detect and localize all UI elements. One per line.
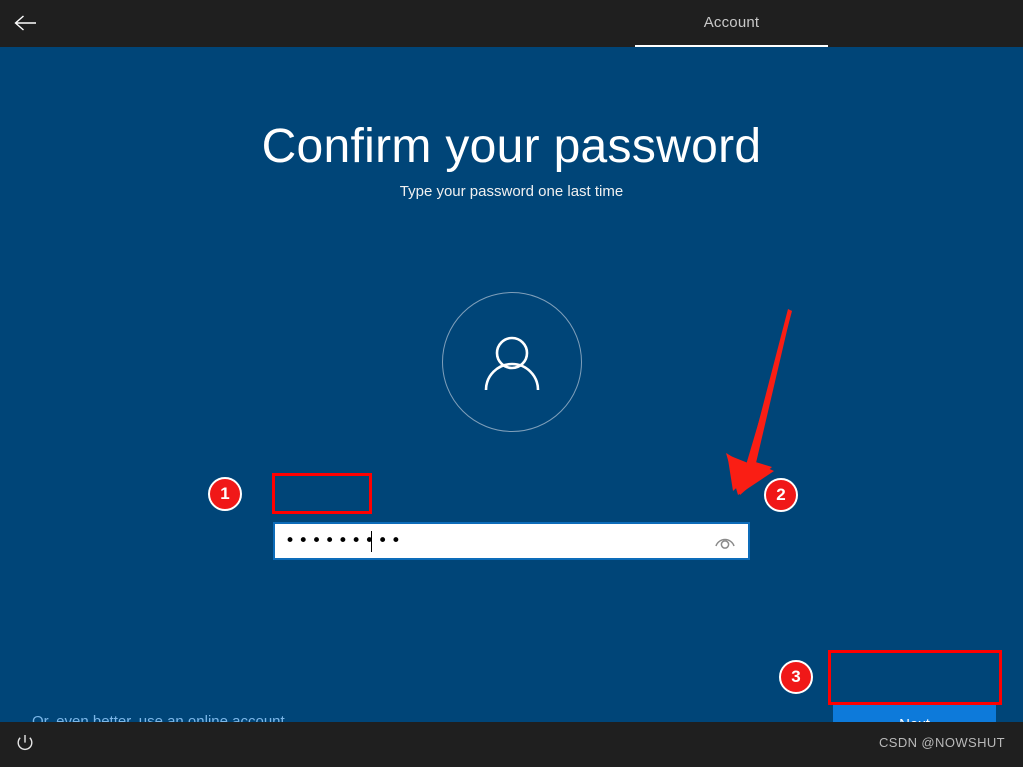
eye-icon[interactable] (712, 531, 738, 551)
footer-bar: CSDN @NOWSHUT (0, 722, 1023, 767)
password-input[interactable]: ••••••••• (273, 522, 750, 560)
text-caret (371, 531, 372, 552)
password-masked-value: ••••••••• (285, 531, 405, 551)
annotation-badge-2: 2 (764, 478, 798, 512)
power-icon (15, 733, 35, 758)
main-pane: Confirm your password Type your password… (0, 47, 1023, 746)
tab-account-label: Account (703, 14, 760, 31)
tab-account[interactable]: Account (635, 0, 828, 47)
top-bar: Account (0, 0, 1023, 47)
watermark: CSDN @NOWSHUT (878, 735, 1005, 750)
back-button[interactable] (4, 2, 48, 44)
annotation-badge-3: 3 (779, 660, 813, 694)
power-button[interactable] (12, 732, 38, 758)
back-arrow-icon (13, 13, 39, 33)
page-subtitle: Type your password one last time (399, 183, 624, 200)
annotation-badge-1: 1 (208, 477, 242, 511)
page-title: Confirm your password (261, 120, 762, 173)
avatar (442, 292, 582, 432)
windows-oobe-screen: Account Confirm your password Type your … (0, 0, 1023, 767)
